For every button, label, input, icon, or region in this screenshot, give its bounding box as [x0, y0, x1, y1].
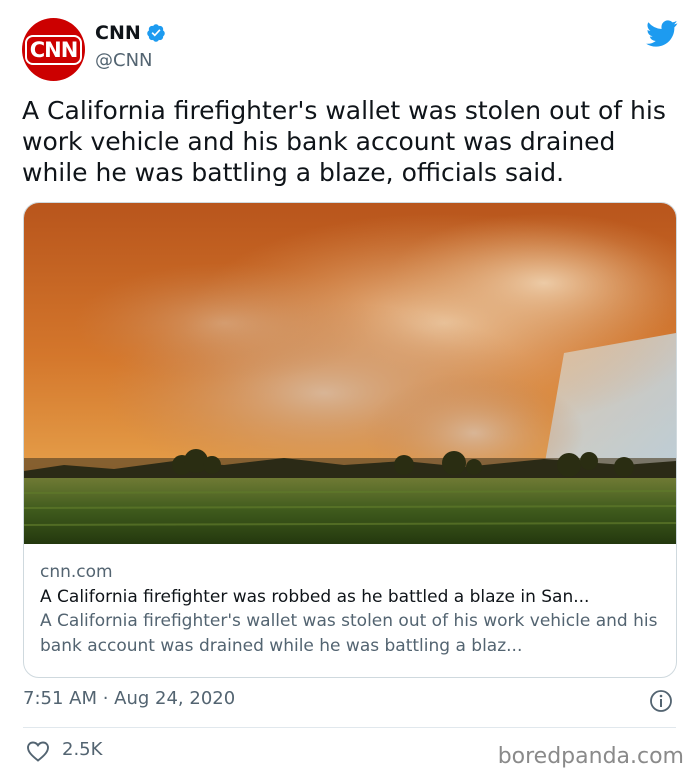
- card-title[interactable]: A California firefighter was robbed as h…: [40, 587, 665, 607]
- twitter-bird-icon[interactable]: [646, 20, 678, 47]
- divider: [23, 727, 676, 728]
- avatar[interactable]: CNN: [22, 18, 85, 81]
- author-handle[interactable]: @CNN: [95, 50, 153, 71]
- link-card[interactable]: cnn.com A California firefighter was rob…: [23, 202, 677, 678]
- heart-icon[interactable]: [26, 740, 50, 762]
- card-body: cnn.com A California firefighter was rob…: [40, 562, 665, 659]
- tweet-timestamp[interactable]: 7:51 AM · Aug 24, 2020: [23, 688, 235, 709]
- like-count[interactable]: 2.5K: [62, 739, 102, 760]
- card-image-wildfire-smoke: [24, 203, 676, 544]
- author-name[interactable]: CNN: [95, 22, 141, 44]
- card-domain: cnn.com: [40, 562, 113, 582]
- avatar-logo-text: CNN: [24, 34, 83, 65]
- card-description: A California firefighter's wallet was st…: [40, 611, 658, 656]
- verified-badge-icon: [146, 24, 165, 42]
- author-name-row[interactable]: CNN: [95, 22, 166, 44]
- tweet-text: A California firefighter's wallet was st…: [22, 96, 666, 187]
- info-icon[interactable]: [649, 689, 673, 713]
- watermark: boredpanda.com: [497, 744, 684, 769]
